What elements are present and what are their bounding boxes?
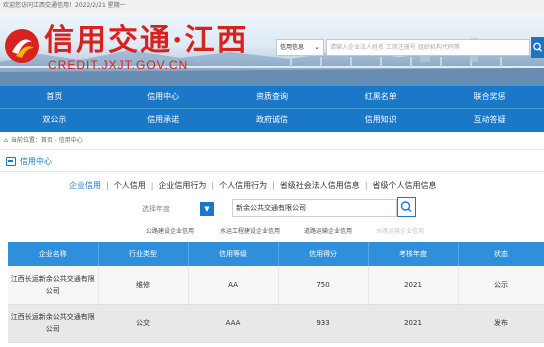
- industry-cell: 维修: [98, 266, 189, 305]
- nav-row-1: 首页 信用中心 资质查询 红黑名单 联合奖惩: [0, 86, 544, 109]
- home-icon: ⌂: [4, 137, 8, 144]
- nav-item-credit-center[interactable]: 信用中心: [109, 86, 218, 108]
- credit-results-table: 企业名称 行业类型 信用等级 信用得分 考核年度 状态 江西长运新余公共交通有限…: [8, 242, 544, 343]
- tab-provincial-personal[interactable]: 省级个人信用信息: [368, 179, 442, 193]
- table-header-row: 企业名称 行业类型 信用等级 信用得分 考核年度 状态: [8, 242, 544, 266]
- nav-item-government-integrity[interactable]: 政府诚信: [218, 109, 327, 132]
- logo-title-cn: 信用交通·江西: [44, 23, 249, 58]
- search-type-label: 信用信息: [280, 44, 305, 51]
- nav-item-red-black-list[interactable]: 红黑名单: [326, 86, 435, 108]
- status-cell: 发布: [458, 304, 544, 343]
- nav-item-credit-commitment[interactable]: 信用承诺: [109, 109, 218, 132]
- company-name-input[interactable]: 新余公共交通有限公司: [232, 199, 397, 217]
- company-name-cell[interactable]: 江西长运新余公共交通有限公司: [8, 266, 99, 305]
- category-waterway-construction[interactable]: 水运工程建设企业信用: [220, 227, 280, 237]
- category-highway-construction[interactable]: 公路建设企业信用: [146, 227, 194, 237]
- search-icon: [400, 201, 412, 213]
- company-search-button[interactable]: [397, 197, 416, 217]
- breadcrumb-text: 当前位置：首页 - 信用中心: [10, 137, 83, 144]
- table-row[interactable]: 江西长运新余公共交通有限公司 维修 AA 750 2021 公示: [8, 266, 544, 305]
- nav-item-double-publicity[interactable]: 双公示: [0, 109, 109, 132]
- nav-item-credit-knowledge[interactable]: 信用知识: [326, 109, 435, 132]
- main-nav: 首页 信用中心 资质查询 红黑名单 联合奖惩 双公示 信用承诺 政府诚信 信用知…: [0, 86, 544, 132]
- tab-provincial-legal-person[interactable]: 省级社会法人信用信息: [275, 179, 365, 193]
- search-type-select[interactable]: 信用信息 ⌄: [276, 39, 324, 56]
- tab-personal-credit[interactable]: 个人信用: [109, 179, 151, 193]
- company-name-cell[interactable]: 江西长运新余公共交通有限公司: [8, 304, 99, 343]
- score-cell: 750: [278, 266, 369, 305]
- header-banner: 信用交通·江西 CREDIT.JXJT.GOV.CN 信用信息 ⌄ 请输入企业法…: [0, 12, 544, 86]
- column-header: 信用得分: [278, 242, 369, 266]
- industry-cell: 公交: [98, 304, 189, 343]
- category-water-transport: 水路运输企业信用: [376, 228, 425, 235]
- breadcrumb: ⌂ 当前位置：首页 - 信用中心: [0, 132, 544, 150]
- site-search-input[interactable]: 请输入企业法人姓名 工商注册号 组织机构代码等: [326, 39, 530, 56]
- category-road-transport[interactable]: 道路运输企业信用: [304, 227, 352, 237]
- nav-item-qualification[interactable]: 资质查询: [218, 86, 327, 108]
- column-header: 信用等级: [188, 242, 279, 266]
- tab-enterprise-credit[interactable]: 企业信用: [64, 179, 106, 193]
- tab-personal-behavior[interactable]: 个人信用行为: [214, 179, 272, 193]
- nav-item-home[interactable]: 首页: [0, 86, 109, 108]
- year-dropdown-button[interactable]: ▼: [200, 202, 214, 216]
- logo-title-en: CREDIT.JXJT.GOV.CN: [48, 58, 189, 72]
- nav-item-qa[interactable]: 互动答疑: [435, 109, 544, 132]
- chevron-down-icon: ⌄: [314, 43, 320, 51]
- credit-card-icon: [6, 157, 16, 166]
- search-icon: [533, 42, 542, 52]
- column-header: 企业名称: [8, 242, 99, 266]
- section-header: 信用中心: [0, 152, 544, 172]
- site-logo[interactable]: 信用交通·江西 CREDIT.JXJT.GOV.CN: [4, 20, 254, 80]
- nav-item-rewards-punishments[interactable]: 联合奖惩: [435, 86, 544, 108]
- welcome-bar: 欢迎您访问江西交通信用！2022/2/21 星期一: [0, 0, 544, 12]
- column-header: 状态: [458, 242, 544, 266]
- year-cell: 2021: [368, 266, 459, 305]
- nav-row-2: 双公示 信用承诺 政府诚信 信用知识 互动答疑: [0, 109, 544, 132]
- column-header: 考核年度: [368, 242, 459, 266]
- site-search-button[interactable]: [531, 37, 544, 58]
- chevron-down-icon: ▼: [204, 205, 210, 213]
- grade-cell: AAA: [188, 304, 279, 343]
- table-row[interactable]: 江西长运新余公共交通有限公司 公交 AAA 933 2021 发布: [8, 304, 544, 343]
- score-cell: 933: [278, 304, 369, 343]
- grade-cell: AA: [188, 266, 279, 305]
- column-header: 行业类型: [98, 242, 189, 266]
- year-cell: 2021: [368, 304, 459, 343]
- section-title: 信用中心: [20, 157, 52, 166]
- tab-enterprise-behavior[interactable]: 企业信用行为: [153, 179, 211, 193]
- status-cell: 公示: [458, 266, 544, 305]
- credit-tabs: 企业信用 | 个人信用 | 企业信用行为 | 个人信用行为 | 省级社会法人信用…: [64, 179, 442, 193]
- logo-emblem-icon: [5, 29, 39, 63]
